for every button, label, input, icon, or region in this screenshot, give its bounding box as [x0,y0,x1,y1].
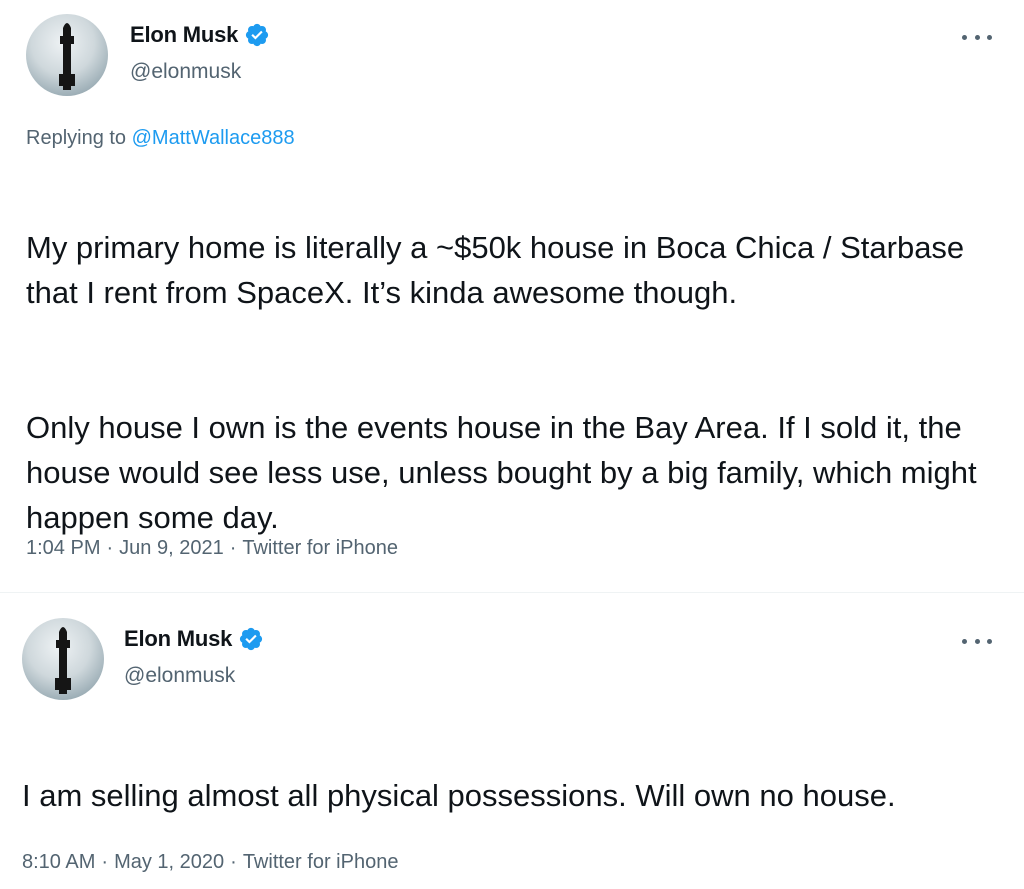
replying-to-prefix: Replying to [26,127,127,149]
meta-separator: · [230,851,237,873]
tweet: Elon Musk @elonmusk Replying to @MattWal… [0,0,1024,590]
avatar[interactable] [22,618,104,700]
tweet-source-link[interactable]: Twitter for iPhone [242,537,398,559]
verified-badge-icon [244,22,270,48]
tweet-divider [0,592,1024,593]
tweet-metadata: 8:10 AM · May 1, 2020 · Twitter for iPhone [22,851,398,874]
tweet-date-link[interactable]: May 1, 2020 [114,851,224,873]
avatar[interactable] [26,14,108,96]
tweet-source-link[interactable]: Twitter for iPhone [243,851,399,873]
verified-badge-icon [238,626,264,652]
more-options-icon[interactable] [962,30,992,44]
tweet-text: My primary home is literally a ~$50k hou… [26,180,1006,585]
author-handle[interactable]: @elonmusk [124,664,235,688]
replying-to: Replying to @MattWallace888 [26,127,295,150]
author-name-row: Elon Musk [130,22,270,48]
tweet-text: I am selling almost all physical possess… [22,728,1002,863]
meta-separator: · [101,851,109,873]
meta-separator: · [106,537,114,559]
tweet-date-link[interactable]: Jun 9, 2021 [119,537,224,559]
author-name-row: Elon Musk [124,626,264,652]
tweet-paragraph: My primary home is literally a ~$50k hou… [26,230,965,310]
tweet-paragraph: Only house I own is the events house in … [26,410,977,535]
replying-to-mention-link[interactable]: @MattWallace888 [132,127,295,149]
avatar-starship-icon [59,23,75,90]
tweet-metadata: 1:04 PM · Jun 9, 2021 · Twitter for iPhone [26,537,398,560]
author-display-name[interactable]: Elon Musk [124,626,232,652]
author-display-name[interactable]: Elon Musk [130,22,238,48]
tweet-time-link[interactable]: 1:04 PM [26,537,100,559]
avatar-starship-icon [55,627,71,694]
meta-separator: · [229,537,237,559]
tweet-paragraph: I am selling almost all physical possess… [22,778,896,813]
more-options-icon[interactable] [962,634,992,648]
tweet: Elon Musk @elonmusk I am selling almost … [0,600,1024,889]
author-handle[interactable]: @elonmusk [130,60,241,84]
tweet-time-link[interactable]: 8:10 AM [22,851,95,873]
